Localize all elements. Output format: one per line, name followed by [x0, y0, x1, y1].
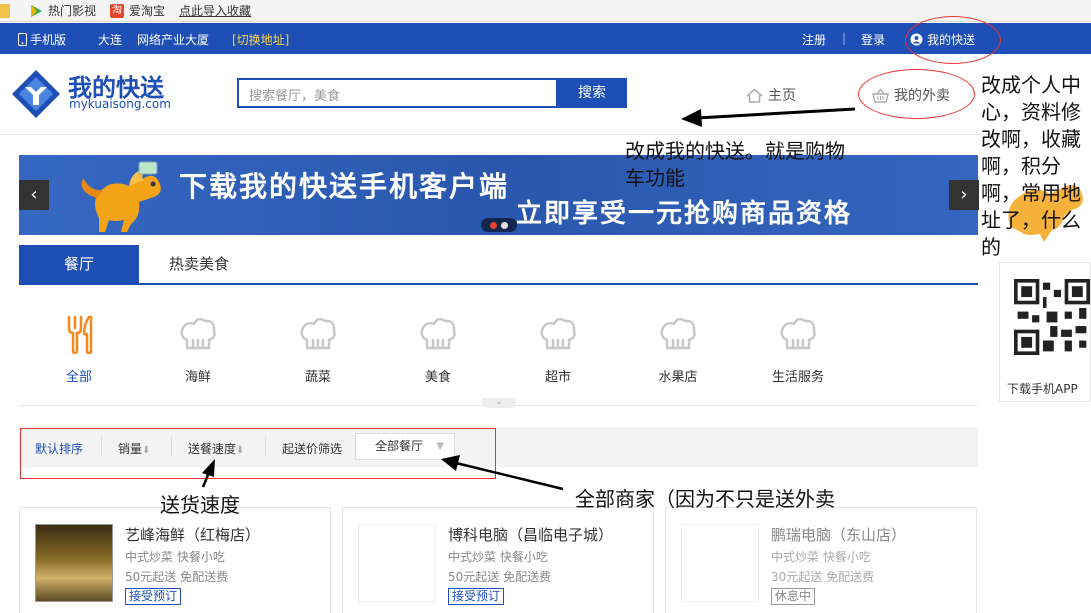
fork-knife-icon	[67, 315, 93, 354]
shop-thumbnail[interactable]	[35, 524, 113, 602]
annotation-profile-note: 改成个人中心，资料修改啊，收藏啊，积分啊，常用地址了，什么的	[981, 73, 1081, 259]
category-label: 全部	[65, 370, 92, 385]
shop-delivery-terms: 30元起送 免配送费	[771, 570, 875, 584]
shop-delivery-terms: 50元起送 免配送费	[448, 570, 552, 584]
chef-hat-icon	[540, 317, 576, 350]
shop-card[interactable]: 鹏瑞电脑（东山店） 中式炒菜 快餐小吃 30元起送 免配送费 休息中	[665, 507, 977, 613]
shop-card[interactable]: 博科电脑（昌临电子城） 中式炒菜 快餐小吃 50元起送 免配送费 接受预订	[342, 507, 654, 613]
annotation-ellipse-my-express	[905, 16, 1001, 64]
logo-icon[interactable]	[10, 68, 62, 120]
category-label: 水果店	[658, 370, 698, 385]
annotation-all-shops-note: 全部商家（因为不只是送外卖	[575, 487, 835, 511]
shop-card[interactable]: 艺峰海鲜（红梅店） 中式炒菜 快餐小吃 50元起送 免配送费 接受预订	[19, 507, 331, 613]
category-label: 美食	[424, 370, 451, 385]
shop-thumbnail[interactable]	[681, 524, 759, 602]
nav-home-link[interactable]: 主页	[746, 85, 796, 105]
topbar-separator: |	[842, 31, 847, 45]
shop-cuisine: 中式炒菜 快餐小吃	[771, 550, 871, 564]
chevron-down-icon[interactable]: ⌄	[482, 398, 516, 408]
shop-delivery-terms: 50元起送 免配送费	[125, 570, 229, 584]
bookmark-import-link[interactable]: 点此导入收藏	[179, 2, 251, 19]
status-badge: 接受预订	[125, 588, 182, 605]
home-icon	[746, 88, 763, 103]
taobao-icon: 淘	[110, 3, 125, 18]
qr-code-icon	[1014, 279, 1090, 355]
category-label: 超市	[544, 370, 571, 385]
nav-home-label: 主页	[768, 88, 796, 104]
mobile-link[interactable]: 手机版	[18, 31, 66, 48]
pager-dot[interactable]	[501, 222, 508, 229]
bookmark-movies-label: 热门影视	[48, 4, 97, 18]
bookmark-import[interactable]: 点此导入收藏	[179, 2, 251, 19]
category-all[interactable]: 全部	[44, 314, 114, 385]
annotation-cart-note: 改成我的快送。就是购物车功能	[625, 139, 845, 190]
area-label: 网络产业大厦	[137, 33, 210, 47]
search-button[interactable]: 搜索	[557, 78, 627, 108]
category-vegetables[interactable]: 蔬菜	[283, 314, 353, 385]
register-link[interactable]: 注册	[802, 31, 826, 48]
banner-next-button[interactable]: ›	[949, 180, 979, 210]
shop-name[interactable]: 鹏瑞电脑（东山店）	[771, 524, 906, 545]
category-services[interactable]: 生活服务	[763, 314, 833, 385]
bookmark-item[interactable]	[0, 3, 15, 18]
login-link[interactable]: 登录	[861, 31, 885, 48]
shop-cuisine: 中式炒菜 快餐小吃	[125, 550, 225, 564]
category-fruit[interactable]: 水果店	[643, 314, 713, 385]
banner-prev-button[interactable]: ‹	[19, 180, 49, 210]
annotation-ellipse-takeout	[858, 69, 975, 119]
city-label: 大连	[98, 33, 123, 47]
play-icon	[31, 4, 42, 17]
chef-hat-icon	[300, 317, 336, 350]
category-supermarket[interactable]: 超市	[523, 314, 593, 385]
switch-address-link[interactable]: [切换地址]	[232, 31, 289, 48]
annotation-box-sortbar	[20, 428, 496, 479]
pony-mascot-icon	[81, 161, 161, 232]
bookmark-taobao[interactable]: 淘 爱淘宝	[110, 2, 165, 19]
banner-pager[interactable]	[481, 218, 517, 232]
chef-hat-icon	[780, 317, 816, 350]
category-label: 海鲜	[184, 370, 211, 385]
banner-headline: 下载我的快送手机客户端	[179, 170, 510, 203]
banner-subline: 立即享受一元抢购商品资格	[516, 199, 853, 229]
tabs-underline	[19, 283, 978, 285]
phone-icon	[18, 33, 27, 46]
category-seafood[interactable]: 海鲜	[163, 314, 233, 385]
logo-domain: mykuaisong.com	[69, 97, 171, 111]
category-food[interactable]: 美食	[403, 314, 473, 385]
mobile-link-label: 手机版	[30, 33, 67, 47]
shop-name[interactable]: 艺峰海鲜（红梅店）	[125, 524, 260, 545]
shop-cuisine: 中式炒菜 快餐小吃	[448, 550, 548, 564]
shop-name[interactable]: 博科电脑（昌临电子城）	[448, 524, 613, 545]
chef-hat-icon	[660, 317, 696, 350]
status-badge: 休息中	[771, 588, 816, 605]
chef-hat-icon	[420, 317, 456, 350]
category-label: 蔬菜	[304, 370, 331, 385]
category-label: 生活服务	[771, 370, 824, 385]
header-divider	[0, 134, 1000, 135]
shop-thumbnail[interactable]	[358, 524, 436, 602]
tab-restaurants[interactable]: 餐厅	[19, 245, 139, 283]
status-badge: 接受预订	[448, 588, 505, 605]
search-input[interactable]: 搜索餐厅，美食	[237, 78, 558, 108]
tab-hot-food[interactable]: 热卖美食	[139, 245, 259, 283]
bookmark-taobao-label: 爱淘宝	[129, 4, 166, 18]
pager-dot-active[interactable]	[490, 222, 497, 229]
annotation-speed-note: 送货速度	[160, 493, 240, 517]
app-download-label[interactable]: 下载手机APP	[1007, 380, 1078, 397]
chef-hat-icon	[180, 317, 216, 350]
bookmark-fold-icon	[0, 3, 10, 18]
bookmark-movies[interactable]: 热门影视	[29, 2, 96, 19]
